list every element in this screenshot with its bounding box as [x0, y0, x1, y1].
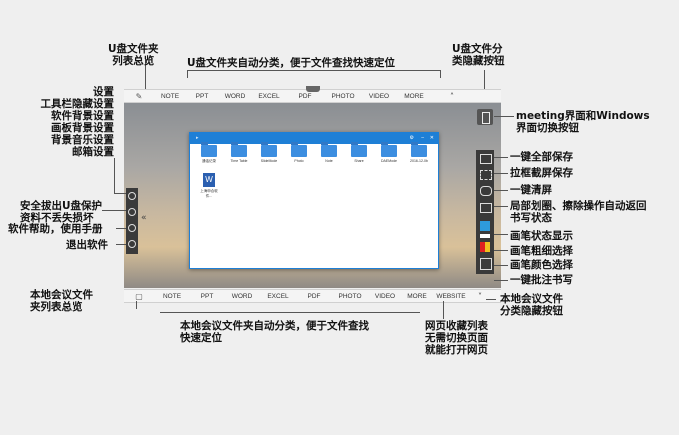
bottom-category-bar: ▢ NOTE PPT WORD EXCEL PDF PHOTO VIDEO MO… — [124, 289, 501, 303]
annotation-save-all: 一键全部保存 — [510, 151, 573, 163]
bottom-tab-photo[interactable]: PHOTO — [332, 293, 368, 300]
annotation-eject-u: 安全拔出U盘保护 资料不丢失损坏 — [20, 200, 103, 224]
folder-label: Time Table — [230, 159, 248, 163]
folder-item[interactable]: 2016-12-0b — [408, 142, 430, 163]
circle-erase-icon[interactable] — [480, 203, 492, 213]
top-collapse-icon[interactable]: ˄ — [432, 92, 472, 101]
capture-icon[interactable] — [480, 170, 492, 180]
bottom-tab-word[interactable]: WORD — [224, 293, 260, 300]
clear-screen-icon[interactable] — [480, 186, 492, 196]
window-minimize-icon[interactable]: – — [421, 133, 424, 144]
bottom-tab-ppt[interactable]: PPT — [190, 293, 224, 300]
meeting-windows-switch-button[interactable] — [477, 109, 493, 125]
annotation-local-hide-button: 本地会议文件 分类隐藏按钮 — [500, 293, 563, 317]
folder-item[interactable]: Share — [348, 142, 370, 163]
top-tab-word[interactable]: WORD — [218, 93, 252, 100]
folder-icon — [411, 142, 427, 157]
annotation-meeting-switch: meeting界面和Windows 界面切换按钮 — [516, 110, 650, 134]
bottom-tab-video[interactable]: VIDEO — [368, 293, 402, 300]
annotation-pen-width: 画笔粗细选择 — [510, 245, 573, 257]
folder-item[interactable]: Note — [318, 142, 340, 163]
annotation-capture-save: 拉框截屏保存 — [510, 167, 573, 179]
window-title-bar: ▸ ✕ – ⚙ — [190, 133, 438, 144]
top-bar-pull-tab[interactable] — [306, 86, 320, 92]
bottom-tab-website[interactable]: WEBSITE — [432, 293, 470, 300]
folder-label: Note — [325, 159, 333, 163]
annotation-auto-return: 局部划圈、擦除操作自动返回 书写状态 — [510, 200, 647, 224]
folder-label: 通话记录 — [202, 159, 216, 163]
help-icon[interactable] — [128, 224, 136, 232]
right-toolbar — [476, 150, 494, 274]
folder-icon — [291, 142, 307, 157]
top-tab-video[interactable]: VIDEO — [362, 93, 396, 100]
folder-label: DAEMode — [381, 159, 397, 163]
pen-icon[interactable]: ✎ — [124, 92, 154, 101]
window-close-icon[interactable]: ✕ — [430, 133, 434, 144]
annotation-pen-color: 画笔颜色选择 — [510, 259, 573, 271]
folder-icon — [351, 142, 367, 157]
folder-item[interactable]: Time Table — [228, 142, 250, 163]
folder-item[interactable]: SlideMode — [258, 142, 280, 163]
top-tab-excel[interactable]: EXCEL — [252, 93, 286, 100]
left-collapse-icon[interactable]: « — [141, 213, 147, 223]
folder-label: Photo — [294, 159, 304, 163]
folder-icon — [381, 142, 397, 157]
bottom-tab-more[interactable]: MORE — [402, 293, 432, 300]
eject-icon[interactable] — [128, 208, 136, 216]
top-tab-pdf[interactable]: PDF — [286, 93, 324, 100]
annotation-local-auto-classify: 本地会议文件夹自动分类，便于文件查找 快速定位 — [180, 320, 369, 344]
annotation-exit: 退出软件 — [66, 239, 108, 251]
bottom-tab-note[interactable]: NOTE — [154, 293, 190, 300]
folder-icon — [231, 142, 247, 157]
pen-width-icon[interactable] — [480, 234, 490, 238]
folder-icon — [321, 142, 337, 157]
file-explorer-window: ▸ ✕ – ⚙ 通话记录 Time Table SlideMode Photo … — [189, 132, 439, 269]
left-toolbar — [126, 188, 138, 254]
bottom-tab-pdf[interactable]: PDF — [296, 293, 332, 300]
word-doc-icon: W — [203, 173, 215, 187]
office-icon — [482, 112, 490, 124]
annotate-icon[interactable] — [480, 258, 492, 270]
annotation-local-overview: 本地会议文件 夹列表总览 — [30, 289, 93, 313]
settings-icon[interactable] — [128, 192, 136, 200]
annotation-help: 软件帮助，使用手册 — [8, 223, 103, 235]
top-tab-note[interactable]: NOTE — [154, 93, 186, 100]
bottom-tab-excel[interactable]: EXCEL — [260, 293, 296, 300]
annotation-pen-state: 画笔状态显示 — [510, 230, 573, 242]
monitor-icon[interactable]: ▢ — [124, 292, 154, 301]
top-tab-ppt[interactable]: PPT — [186, 93, 218, 100]
annotation-u-hide-button: U盘文件分 类隐藏按钮 — [452, 43, 505, 67]
window-path: ▸ — [196, 135, 199, 141]
folder-item[interactable]: 通话记录 — [198, 142, 220, 164]
annotation-u-auto-classify: U盘文件夹自动分类，便于文件查找快速定位 — [187, 57, 396, 69]
annotation-u-overview: U盘文件夹 列表总览 — [108, 43, 159, 67]
pen-state-icon — [480, 221, 490, 231]
folder-label: 2016-12-0b — [410, 159, 428, 163]
pen-color-icon[interactable] — [480, 242, 490, 252]
top-tab-photo[interactable]: PHOTO — [324, 93, 362, 100]
annotation-clear: 一键清屏 — [510, 184, 552, 196]
folder-item[interactable]: Photo — [288, 142, 310, 163]
annotation-settings: 设置 工具栏隐藏设置 软件背景设置 画板背景设置 背景音乐设置 邮箱设置 — [40, 86, 115, 158]
top-tab-more[interactable]: MORE — [396, 93, 432, 100]
annotation-batch-write: 一键批注书写 — [510, 274, 573, 286]
folder-label: SlideMode — [260, 159, 278, 163]
exit-icon[interactable] — [128, 240, 136, 248]
save-all-icon[interactable] — [480, 154, 492, 164]
folder-label: Share — [354, 159, 364, 163]
file-label: 上海申合软件... — [200, 189, 218, 198]
folder-icon — [261, 142, 277, 157]
folder-icon — [201, 142, 217, 157]
folder-item[interactable]: DAEMode — [378, 142, 400, 163]
annotation-web-favorites: 网页收藏列表 无需切换页面 就能打开网页 — [425, 320, 488, 356]
file-item[interactable]: W 上海申合软件... — [198, 173, 220, 199]
